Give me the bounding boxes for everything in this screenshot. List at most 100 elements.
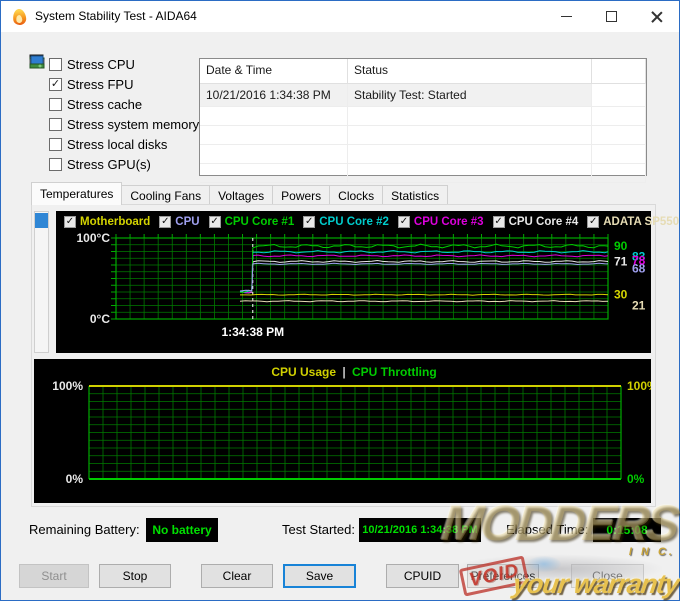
temperature-legend: ✓ Motherboard ✓ CPU ✓ CPU Core #1 ✓ CPU Core #2… [64, 213, 679, 231]
stress-checkbox[interactable] [49, 57, 62, 71]
legend-checkbox[interactable]: ✓ [159, 216, 172, 228]
flame-app-icon [12, 8, 27, 26]
table-header-row: Date & Time Status [200, 59, 646, 84]
tab-clocks[interactable]: Clocks [329, 185, 384, 205]
svg-text:0°C: 0°C [90, 312, 110, 326]
legend-checkbox[interactable]: ✓ [208, 216, 221, 228]
close-icon [651, 11, 662, 22]
svg-text:1:34:38 PM: 1:34:38 PM [221, 325, 284, 339]
stress-checkbox[interactable]: ✓ [49, 77, 62, 91]
table-row[interactable] [200, 126, 646, 145]
table-row[interactable] [200, 107, 646, 126]
stress-checkbox[interactable] [49, 137, 62, 151]
table-row[interactable] [200, 164, 646, 183]
table-cell: 10/21/2016 1:34:38 PM [200, 84, 348, 106]
table-cell [200, 126, 348, 144]
window-title: System Stability Test - AIDA64 [35, 9, 197, 23]
table-header-cell[interactable] [592, 59, 646, 83]
legend-label: ADATA SP550 [603, 216, 680, 228]
tab-cooling-fans[interactable]: Cooling Fans [121, 185, 211, 205]
minimize-icon [561, 16, 572, 17]
table-cell [592, 107, 646, 125]
stress-options: Stress CPU% ✓ Stress FPU Stress cache Stress… [29, 54, 199, 174]
svg-text:100°C: 100°C [77, 231, 111, 245]
temperature-chart: ✓ Motherboard ✓ CPU ✓ CPU Core #1 ✓ CPU Core #2… [56, 211, 679, 353]
status-value-box: 0:15:08 [593, 518, 661, 542]
legend-item: ✓ ADATA SP550 [587, 216, 679, 228]
system-stability-test-window: System Stability Test - AIDA64 Stress CP… [0, 0, 680, 601]
scrollbar-thumb[interactable] [35, 213, 48, 228]
legend-label: CPU Core #4 [508, 216, 579, 228]
legend-item: ✓ CPU [159, 216, 200, 228]
table-header-cell[interactable]: Date & Time [200, 59, 348, 83]
start-button: Start [19, 564, 89, 588]
table-cell [200, 107, 348, 125]
cpuid-button[interactable]: CPUID [386, 564, 459, 588]
table-cell [348, 145, 592, 163]
legend-checkbox[interactable]: ✓ [303, 216, 316, 228]
chart-vertical-scrollbar[interactable] [34, 211, 49, 353]
status-label: Remaining Battery: [29, 522, 140, 537]
status-label: Elapsed Time: [506, 522, 589, 537]
table-cell [592, 164, 646, 182]
svg-text:30: 30 [614, 288, 628, 302]
status-value: 0:15:08 [606, 523, 648, 537]
stress-option-row: % ✓ Stress FPU [29, 54, 194, 94]
svg-text:21: 21 [632, 299, 646, 313]
cache-icon [29, 55, 45, 112]
memory-icon [29, 57, 45, 132]
table-row[interactable]: 10/21/2016 1:34:38 PM Stability Test: Sta… [200, 84, 646, 107]
stop-button[interactable]: Stop [99, 564, 171, 588]
svg-text:0%: 0% [627, 472, 645, 486]
tab-statistics[interactable]: Statistics [382, 185, 449, 205]
watermark-sub: I N C. [628, 546, 675, 558]
legend-checkbox[interactable]: ✓ [64, 216, 76, 228]
table-header-cell[interactable]: Status [348, 59, 592, 83]
svg-text:90: 90 [614, 239, 628, 253]
stress-option-row: Stress cache [29, 55, 194, 114]
cpu-usage-chart: CPU Usage | CPU Throttling 100% 0% 100% 0% [34, 359, 651, 503]
event-log-table[interactable]: Date & Time Status 10/21/2016 1:34:38 PM St… [199, 58, 647, 183]
stress-option-label: Stress GPU(s) [67, 156, 151, 172]
legend-checkbox[interactable]: ✓ [397, 216, 410, 228]
close-button[interactable] [634, 1, 679, 32]
status-value: 10/21/2016 1:34:38 PM [362, 524, 478, 536]
minimize-button[interactable] [544, 1, 589, 32]
maximize-button[interactable] [589, 1, 634, 32]
legend-label: CPU Core #1 [224, 216, 295, 228]
tab-voltages[interactable]: Voltages [209, 185, 274, 205]
svg-text:100%: 100% [52, 379, 83, 393]
table-cell [200, 164, 348, 182]
stress-checkbox[interactable] [49, 97, 62, 111]
titlebar: System Stability Test - AIDA64 [1, 1, 679, 32]
stress-checkbox[interactable] [49, 117, 62, 131]
status-value-box: No battery [146, 518, 218, 542]
legend-item: ✓ CPU Core #3 [397, 216, 484, 228]
tab-bar: Temperatures Cooling Fans Voltages Powers Cl… [31, 182, 449, 205]
preferences-button[interactable]: Preferences [467, 564, 539, 588]
legend-label: CPU [175, 216, 200, 228]
table-row[interactable] [200, 145, 646, 164]
legend-checkbox[interactable]: ✓ [587, 216, 600, 228]
stress-checkbox[interactable] [49, 157, 62, 171]
tab-powers[interactable]: Powers [272, 185, 331, 205]
tab-temperatures[interactable]: Temperatures [31, 182, 123, 205]
status-label: Test Started: [282, 522, 355, 537]
temperature-plot: 30689083787121100°C0°C1:34:38 PM [77, 231, 646, 339]
legend-label: Motherboard [80, 216, 151, 228]
close-button[interactable]: Close [571, 564, 644, 588]
stress-option-label: Stress cache [67, 96, 143, 112]
status-value-box: 10/21/2016 1:34:38 PM [359, 518, 481, 542]
stress-option-label: Stress local disks [67, 136, 168, 152]
table-cell [200, 145, 348, 163]
clear-button[interactable]: Clear [201, 564, 273, 588]
table-cell [348, 126, 592, 144]
svg-text:CPU Usage: CPU Usage [271, 365, 336, 379]
legend-checkbox[interactable]: ✓ [492, 216, 505, 228]
table-cell [592, 145, 646, 163]
save-button[interactable]: Save [283, 564, 356, 588]
table-cell [592, 84, 646, 106]
table-cell [348, 164, 592, 182]
status-value: No battery [152, 523, 212, 537]
svg-text:71: 71 [614, 255, 628, 269]
